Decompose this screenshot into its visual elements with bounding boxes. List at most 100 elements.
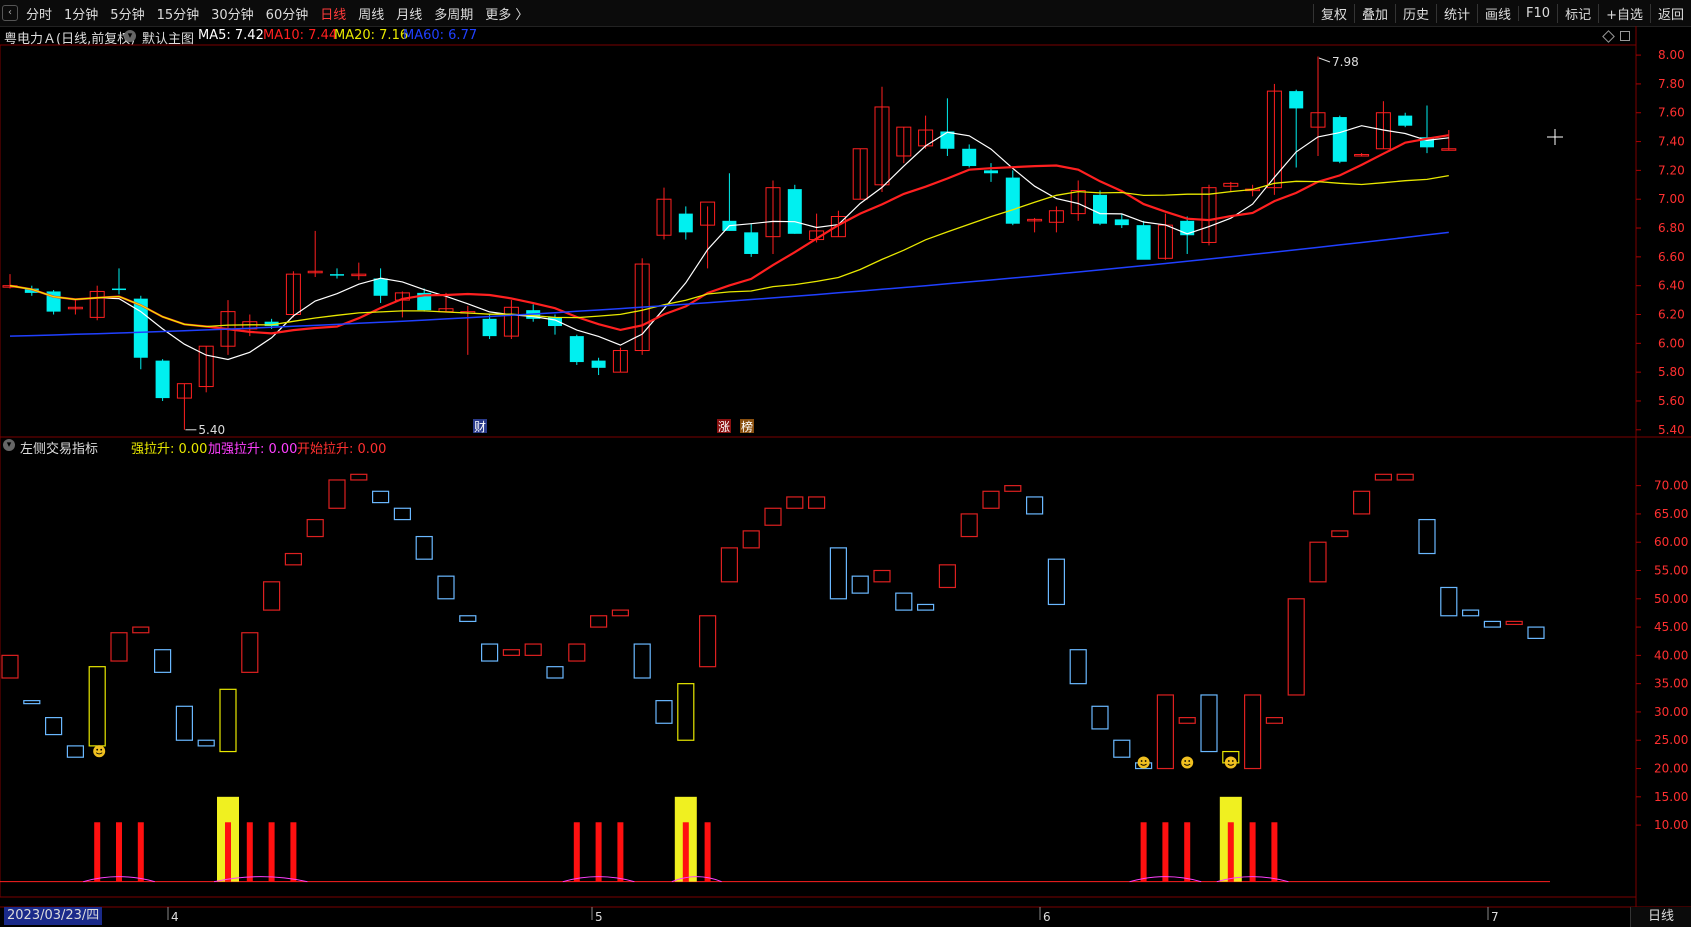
candle-body-2 xyxy=(46,291,61,312)
smiley-eye-r-3 xyxy=(1231,760,1234,762)
indicator-box-67 xyxy=(1461,609,1480,617)
indicator-box-13 xyxy=(284,552,302,566)
start-arc-5 xyxy=(671,876,722,883)
period-tab-0[interactable]: 分时 xyxy=(26,4,52,23)
candle-body-42 xyxy=(918,129,934,147)
period-tab-6[interactable]: 日线 xyxy=(320,4,346,23)
period-tab-4[interactable]: 30分钟 xyxy=(211,4,254,23)
indicator-value-strong: 强拉升: 0.00 xyxy=(131,442,208,457)
period-tab-1[interactable]: 1分钟 xyxy=(64,4,98,23)
smiley-mouth-2 xyxy=(1183,763,1191,766)
indicator-box-54 xyxy=(1178,717,1196,724)
month-label-3: 7 xyxy=(1491,910,1499,924)
tool-button-5[interactable]: F10 xyxy=(1518,5,1557,21)
candle-body-21 xyxy=(460,311,476,314)
indicator-box-14 xyxy=(306,518,324,538)
candle-body-18 xyxy=(394,292,410,301)
tool-button-0[interactable]: 复权 xyxy=(1312,3,1354,23)
tool-button-1[interactable]: 叠加 xyxy=(1353,3,1395,23)
indicator-box-61 xyxy=(1331,530,1349,538)
indicator-box-52 xyxy=(1134,762,1153,770)
indicator-box-3 xyxy=(66,745,85,758)
ind-tick-label-12: 10.00 xyxy=(1654,818,1688,832)
candle-body-56 xyxy=(1223,182,1239,187)
indicator-box-36 xyxy=(786,496,804,509)
indicator-box-33 xyxy=(720,547,739,583)
indicator-box-28 xyxy=(611,609,630,617)
candle-body-10 xyxy=(220,311,236,347)
tool-button-2[interactable]: 历史 xyxy=(1394,3,1436,23)
ind-tick-label-9: 25.00 xyxy=(1654,733,1688,747)
period-tab-2[interactable]: 5分钟 xyxy=(110,4,144,23)
candle-body-59 xyxy=(1289,91,1304,109)
indicator-box-57 xyxy=(1243,694,1262,770)
candle-body-20 xyxy=(438,308,454,313)
candle-body-49 xyxy=(1070,190,1086,215)
ind-tick-label-11: 15.00 xyxy=(1654,790,1688,804)
period-tab-8[interactable]: 月线 xyxy=(396,4,422,23)
bottom-period-tab[interactable]: 日线 xyxy=(1630,907,1691,927)
strong-bar-red-0 xyxy=(225,822,231,882)
indicator-box-0 xyxy=(1,654,19,679)
strong-bar-red-2 xyxy=(1227,822,1234,882)
kline-chart[interactable]: 7.98 5.40 财 涨榜 8.00 7.80 7.60 7.40 7.20 7.00 6.80… xyxy=(0,0,1691,927)
period-tab-9[interactable]: 多周期 xyxy=(434,4,473,23)
candle-body-57 xyxy=(1245,188,1261,192)
candle-body-39 xyxy=(852,148,868,200)
ma5-label: MA5: 7.42 xyxy=(198,28,264,43)
indicator-box-56 xyxy=(1222,750,1240,764)
tool-button-7[interactable]: +自选 xyxy=(1598,3,1650,23)
candle-body-31 xyxy=(678,213,693,233)
strong-bar-1 xyxy=(674,796,697,882)
main-tick-label-7: 6.60 xyxy=(1658,250,1685,264)
main-tick-label-13: 5.40 xyxy=(1658,423,1685,437)
smiley-icon-0 xyxy=(93,745,106,758)
tool-button-4[interactable]: 画线 xyxy=(1477,3,1518,23)
indicator-box-62 xyxy=(1352,490,1371,515)
indicator-box-69 xyxy=(1505,620,1523,626)
period-tab-3[interactable]: 15分钟 xyxy=(157,4,200,23)
pull-bar-16 xyxy=(1249,822,1256,882)
indicator-value-enhanced: 加强拉升: 0.00 xyxy=(208,442,298,457)
pull-bar-13 xyxy=(1162,822,1169,882)
candle-body-23 xyxy=(503,306,519,337)
template-label[interactable]: 默认主图 xyxy=(142,28,194,47)
high-price-pointer xyxy=(1318,57,1331,63)
smiley-eye-l-2 xyxy=(1184,760,1187,762)
candle-body-13 xyxy=(285,273,301,316)
diamond-icon[interactable] xyxy=(1602,30,1615,43)
tool-button-8[interactable]: 返回 xyxy=(1649,3,1691,23)
indicator-box-34 xyxy=(742,530,760,549)
indicator-box-60 xyxy=(1309,541,1327,583)
tool-button-6[interactable]: 标记 xyxy=(1557,3,1598,23)
collapse-icon[interactable]: ‹ xyxy=(2,5,18,21)
main-tick-label-5: 7.00 xyxy=(1658,192,1685,206)
strong-bar-red-1 xyxy=(682,822,689,882)
maximize-icon[interactable] xyxy=(1620,31,1630,41)
main-tick-label-12: 5.60 xyxy=(1658,394,1685,408)
pull-bar-14 xyxy=(1184,822,1191,882)
period-tab-7[interactable]: 周线 xyxy=(358,4,384,23)
indicator-box-42 xyxy=(916,603,935,611)
ma60-line xyxy=(9,231,1449,337)
candle-body-8 xyxy=(176,383,192,399)
candle-body-48 xyxy=(1048,210,1064,223)
event-marker-0: 财 xyxy=(474,420,486,434)
candle-body-25 xyxy=(548,317,562,327)
indicator-box-22 xyxy=(481,643,499,662)
candle-body-33 xyxy=(722,220,737,231)
tool-button-3[interactable]: 统计 xyxy=(1436,3,1477,23)
smiley-icon-1 xyxy=(1137,756,1150,769)
ma10-label: MA10: 7.44 xyxy=(263,28,338,43)
period-tab-10[interactable]: 更多 〉 xyxy=(485,4,528,23)
event-marker-bg-1 xyxy=(717,419,731,433)
candle-body-7 xyxy=(155,360,170,399)
stock-title[interactable]: 粤电力Ａ(日线,前复权) xyxy=(4,28,135,47)
pull-bar-3 xyxy=(225,822,231,882)
indicator-name[interactable]: 左侧交易指标 xyxy=(20,438,98,457)
month-label-0: 4 xyxy=(171,910,179,924)
high-price-label: 7.98 xyxy=(1332,55,1359,69)
main-tick-label-4: 7.20 xyxy=(1658,163,1685,177)
start-arc-3 xyxy=(1216,876,1289,883)
period-tab-5[interactable]: 60分钟 xyxy=(266,4,309,23)
